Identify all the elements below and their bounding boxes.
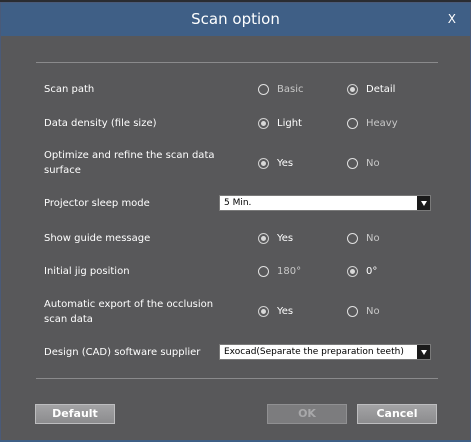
radio-label: Yes <box>277 232 294 244</box>
radio-circle <box>347 157 358 169</box>
data-density-label: Data density (file size) <box>44 118 157 129</box>
scan-option-dialog: Scan option X Scan path Basic Detail Dat… <box>0 2 471 442</box>
cad-supplier-select[interactable]: Exocad(Separate the preparation teeth) <box>219 344 431 360</box>
radio-label: Light <box>277 117 302 129</box>
radio-circle <box>258 305 269 317</box>
radio-circle <box>347 232 358 244</box>
select-value: 5 Min. <box>224 198 252 208</box>
chevron-down-icon[interactable] <box>417 196 430 210</box>
radio-circle <box>258 232 269 244</box>
auto-export-no-radio[interactable]: No <box>347 303 380 319</box>
select-value: Exocad(Separate the preparation teeth) <box>224 347 404 357</box>
auto-export-yes-radio[interactable]: Yes <box>258 303 293 319</box>
radio-circle <box>347 265 358 277</box>
dialog-title: Scan option <box>191 10 280 28</box>
radio-circle <box>258 83 269 95</box>
radio-circle <box>347 117 358 129</box>
jig-position-180-radio[interactable]: 180° <box>258 263 301 279</box>
jig-position-0-radio[interactable]: 0° <box>347 263 377 279</box>
radio-label: 180° <box>277 265 302 277</box>
data-density-light-radio[interactable]: Light <box>258 115 302 131</box>
projector-sleep-select[interactable]: 5 Min. <box>219 195 431 211</box>
radio-label: No <box>366 157 380 169</box>
radio-label: 0° <box>366 265 378 277</box>
radio-label: Heavy <box>366 117 398 129</box>
radio-circle <box>258 117 269 129</box>
ok-button[interactable]: OK <box>267 404 347 424</box>
radio-label: Yes <box>277 305 294 317</box>
radio-label: Detail <box>366 83 396 95</box>
guide-message-yes-radio[interactable]: Yes <box>258 230 293 246</box>
radio-label: Yes <box>277 157 294 169</box>
scan-path-detail-radio[interactable]: Detail <box>347 81 395 97</box>
radio-circle <box>347 305 358 317</box>
radio-label: Basic <box>277 83 304 95</box>
close-button[interactable]: X <box>448 3 456 36</box>
default-button[interactable]: Default <box>35 404 115 424</box>
radio-circle <box>258 265 269 277</box>
jig-position-label: Initial jig position <box>44 266 130 277</box>
scan-path-basic-radio[interactable]: Basic <box>258 81 303 97</box>
auto-export-label: Automatic export of the occlusion scan d… <box>44 299 214 325</box>
bottom-divider <box>36 378 438 379</box>
projector-sleep-label: Projector sleep mode <box>44 198 150 209</box>
guide-message-no-radio[interactable]: No <box>347 230 380 246</box>
cancel-button[interactable]: Cancel <box>357 404 437 424</box>
radio-circle <box>258 157 269 169</box>
radio-label: No <box>366 305 380 317</box>
data-density-heavy-radio[interactable]: Heavy <box>347 115 398 131</box>
optimize-no-radio[interactable]: No <box>347 155 380 171</box>
guide-message-label: Show guide message <box>44 233 151 244</box>
cad-supplier-label: Design (CAD) software supplier <box>44 347 201 358</box>
optimize-yes-radio[interactable]: Yes <box>258 155 293 171</box>
optimize-surface-label: Optimize and refine the scan data surfac… <box>44 150 215 176</box>
scan-path-label: Scan path <box>44 84 95 95</box>
radio-label: No <box>366 232 380 244</box>
title-bar: Scan option X <box>1 3 470 36</box>
chevron-down-icon[interactable] <box>417 345 430 359</box>
top-divider <box>36 62 438 63</box>
radio-circle <box>347 83 358 95</box>
